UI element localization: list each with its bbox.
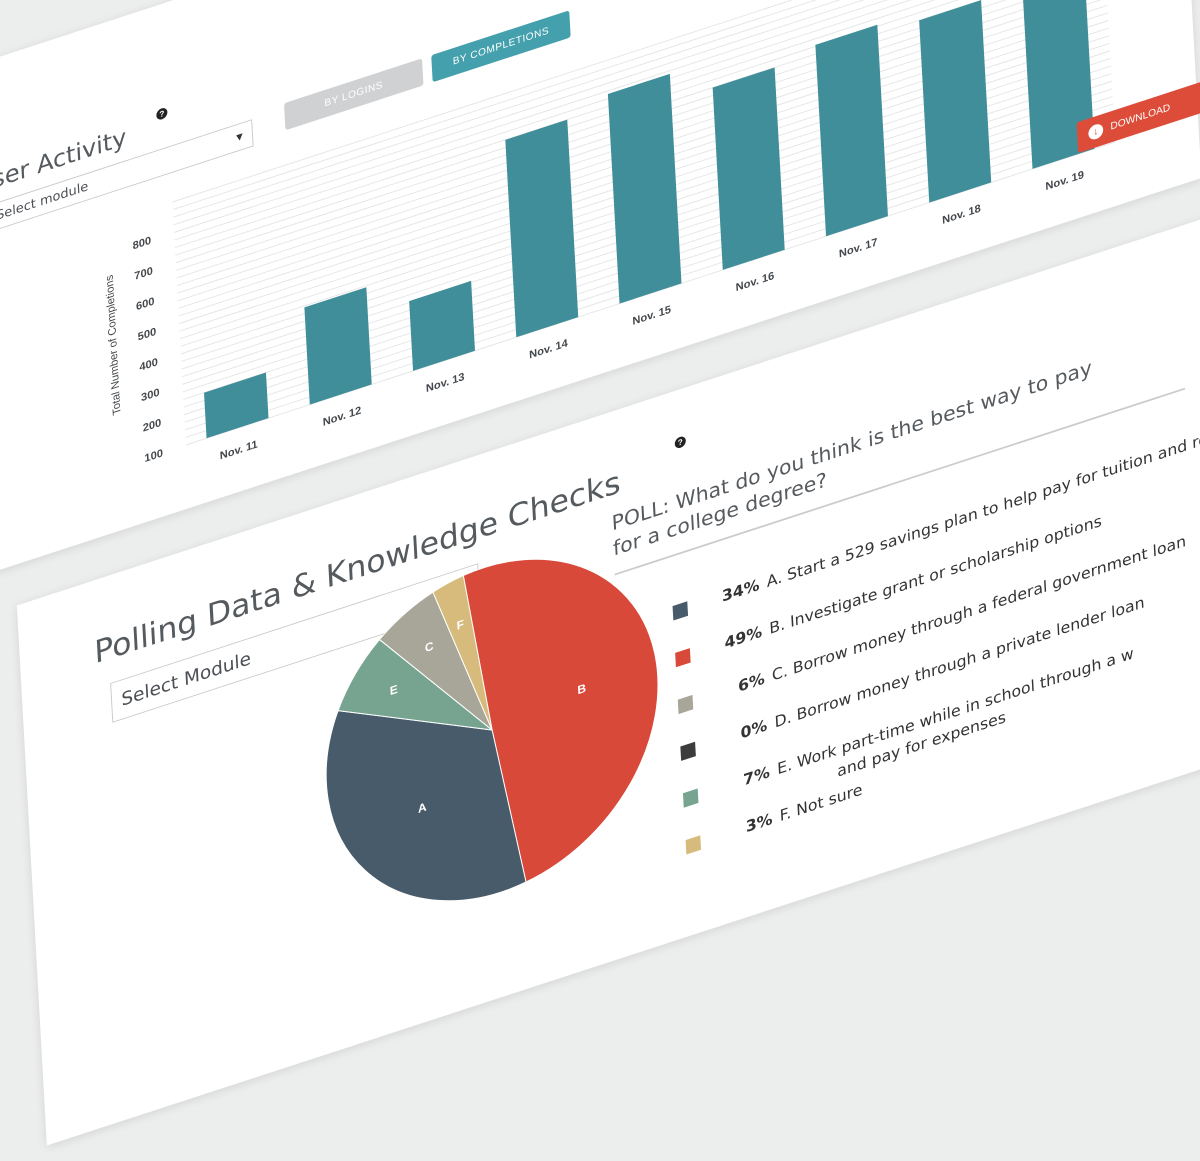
y-tick-label: 100 — [144, 447, 163, 465]
bar[interactable] — [409, 280, 475, 371]
x-tick-label: Nov. 13 — [426, 371, 465, 395]
x-tick-label: Nov. 12 — [322, 405, 361, 429]
x-tick-label: Nov. 19 — [1045, 169, 1084, 193]
y-tick-label: 800 — [132, 235, 151, 253]
poll-option-percent: 6% — [737, 669, 766, 697]
chevron-down-icon: ▾ — [235, 128, 244, 146]
pie-slice-label: F — [456, 617, 464, 633]
legend-swatch — [680, 741, 696, 761]
bar[interactable] — [919, 0, 992, 203]
legend-swatch — [672, 601, 689, 621]
x-tick-label: Nov. 14 — [529, 337, 569, 361]
x-tick-label: Nov. 17 — [839, 236, 878, 260]
bar[interactable] — [204, 372, 269, 439]
bar[interactable] — [815, 24, 888, 237]
pie-slice-label: E — [389, 682, 398, 698]
x-tick-label: Nov. 16 — [735, 270, 774, 294]
legend-swatch — [677, 694, 694, 715]
poll-option-percent: 34% — [721, 576, 760, 607]
poll-option-percent: 7% — [742, 763, 771, 790]
x-tick-label: Nov. 11 — [220, 439, 258, 463]
poll-option-percent: 49% — [724, 622, 763, 654]
pie-slice-label: A — [418, 800, 428, 816]
download-icon: ↓ — [1088, 122, 1104, 142]
pie-slice-label: B — [577, 681, 587, 697]
legend-swatch — [675, 648, 691, 668]
y-tick-label: 700 — [134, 265, 153, 283]
legend-swatch — [682, 788, 699, 808]
legend-swatch — [685, 835, 702, 855]
y-tick-label: 400 — [139, 356, 158, 374]
bar[interactable] — [304, 287, 372, 405]
bar[interactable] — [712, 67, 785, 270]
bar[interactable] — [607, 73, 682, 304]
y-axis-title: Total Number of Completions — [104, 273, 124, 416]
poll-question: POLL: What do you think is the best way … — [611, 356, 1094, 563]
help-icon[interactable]: ? — [156, 106, 168, 121]
y-tick-label: 200 — [143, 417, 162, 435]
y-tick-label: 300 — [141, 387, 160, 405]
help-icon[interactable]: ? — [674, 435, 687, 450]
pie-slice-label: C — [425, 639, 435, 655]
y-tick-label: 600 — [136, 296, 155, 314]
x-tick-label: Nov. 15 — [632, 304, 671, 328]
dashboard-stage: User Activity ? Select module ▾ BY LOGIN… — [0, 0, 1200, 1146]
x-tick-label: Nov. 18 — [942, 203, 981, 227]
poll-option-percent: 0% — [740, 716, 768, 744]
y-tick-label: 500 — [137, 326, 156, 344]
bar[interactable] — [505, 119, 579, 338]
